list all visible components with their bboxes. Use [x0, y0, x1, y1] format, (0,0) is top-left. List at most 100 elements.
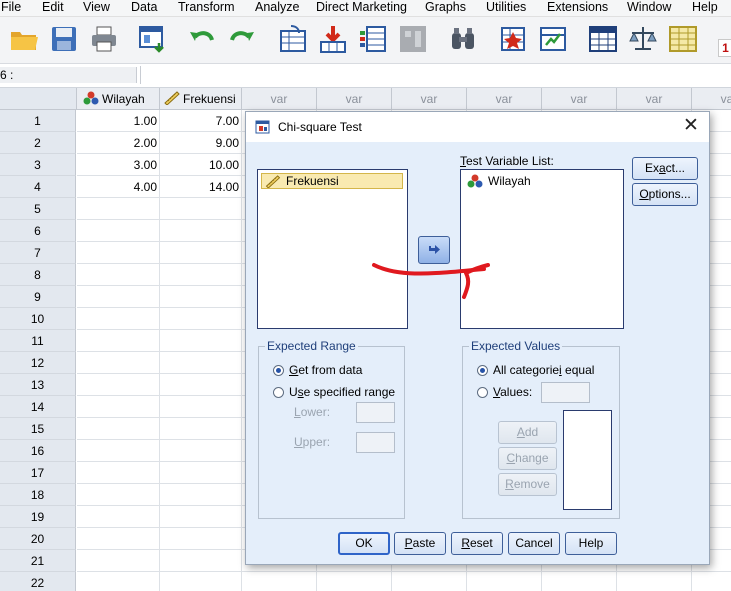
grid-cell[interactable]	[77, 528, 160, 550]
grid-cell[interactable]	[160, 264, 242, 286]
add-button[interactable]: Add	[498, 421, 557, 444]
list-item[interactable]: Frekuensi	[261, 173, 403, 189]
column-header-wilayah[interactable]: Wilayah	[77, 88, 160, 110]
run-descriptives-icon[interactable]	[397, 23, 429, 55]
menu-direct-marketing[interactable]: Direct Marketing	[316, 0, 407, 16]
grid-cell[interactable]	[77, 286, 160, 308]
menu-analyze[interactable]: Analyze	[255, 0, 299, 16]
row-header[interactable]: 8	[0, 264, 76, 286]
row-header[interactable]: 16	[0, 440, 76, 462]
grid-cell[interactable]	[77, 506, 160, 528]
lower-input[interactable]	[356, 402, 395, 423]
row-header[interactable]: 7	[0, 242, 76, 264]
redo-icon[interactable]	[226, 23, 258, 55]
grid-cell[interactable]	[160, 198, 242, 220]
menu-utilities[interactable]: Utilities	[486, 0, 526, 16]
paste-button[interactable]: Paste	[394, 532, 446, 555]
row-header[interactable]: 19	[0, 506, 76, 528]
row-header[interactable]: 20	[0, 528, 76, 550]
grid-cell[interactable]	[160, 506, 242, 528]
column-header-frekuensi[interactable]: Frekuensi	[160, 88, 242, 110]
grid-cell[interactable]	[160, 242, 242, 264]
row-header[interactable]: 4	[0, 176, 76, 198]
grid-cell[interactable]	[77, 352, 160, 374]
grid-cell[interactable]	[160, 418, 242, 440]
grid-cell[interactable]	[77, 440, 160, 462]
change-button[interactable]: Change	[498, 447, 557, 470]
row-header[interactable]: 5	[0, 198, 76, 220]
menu-window[interactable]: Window	[627, 0, 671, 16]
values-input[interactable]	[541, 382, 590, 403]
expected-values-list[interactable]	[563, 410, 612, 510]
grid-cell[interactable]	[160, 528, 242, 550]
grid-cell[interactable]	[77, 396, 160, 418]
grid-cell[interactable]	[77, 198, 160, 220]
column-header-var[interactable]: var	[317, 88, 392, 110]
remove-button[interactable]: Remove	[498, 473, 557, 496]
menu-view[interactable]: View	[83, 0, 110, 16]
row-header[interactable]: 6	[0, 220, 76, 242]
grid-cell[interactable]	[317, 572, 392, 591]
variables-icon[interactable]	[357, 23, 389, 55]
grid-cell[interactable]: 4.00	[77, 176, 160, 198]
column-header-var[interactable]: var	[392, 88, 467, 110]
row-header[interactable]: 2	[0, 132, 76, 154]
grid-cell[interactable]	[77, 550, 160, 572]
grid-cell[interactable]	[617, 572, 692, 591]
grid-cell[interactable]	[542, 572, 617, 591]
grid-cell[interactable]	[160, 462, 242, 484]
grid-cell[interactable]	[77, 220, 160, 242]
grid-cell[interactable]	[692, 572, 731, 591]
split-file-icon[interactable]	[587, 23, 619, 55]
weight-cases-icon[interactable]	[627, 23, 659, 55]
grid-cell[interactable]	[77, 374, 160, 396]
grid-cell[interactable]	[242, 572, 317, 591]
menu-data[interactable]: Data	[131, 0, 157, 16]
column-header-var[interactable]: var	[617, 88, 692, 110]
print-icon[interactable]	[88, 23, 120, 55]
grid-cell[interactable]	[160, 374, 242, 396]
column-header-var[interactable]: var	[242, 88, 317, 110]
menu-help[interactable]: Help	[692, 0, 718, 16]
row-header[interactable]: 15	[0, 418, 76, 440]
upper-input[interactable]	[356, 432, 395, 453]
grid-cell[interactable]	[77, 264, 160, 286]
grid-cell[interactable]	[392, 572, 467, 591]
grid-cell[interactable]	[77, 418, 160, 440]
ok-button[interactable]: OK	[338, 532, 390, 555]
row-header[interactable]: 22	[0, 572, 76, 591]
grid-cell[interactable]: 3.00	[77, 154, 160, 176]
cell-editor-input[interactable]	[140, 66, 731, 84]
menu-extensions[interactable]: Extensions	[547, 0, 608, 16]
grid-cell[interactable]	[160, 396, 242, 418]
exact-button[interactable]: Exact...	[632, 157, 698, 180]
grid-cell[interactable]	[160, 352, 242, 374]
grid-cell[interactable]	[77, 462, 160, 484]
menu-file[interactable]: File	[1, 0, 21, 16]
grid-cell[interactable]	[77, 242, 160, 264]
use-specified-range-radio[interactable]	[273, 387, 284, 398]
close-icon[interactable]: ✕	[679, 115, 703, 139]
row-header[interactable]: 3	[0, 154, 76, 176]
save-icon[interactable]	[48, 23, 80, 55]
grid-cell[interactable]: 2.00	[77, 132, 160, 154]
grid-cell[interactable]	[77, 308, 160, 330]
menu-graphs[interactable]: Graphs	[425, 0, 466, 16]
menu-transform[interactable]: Transform	[178, 0, 235, 16]
grid-cell[interactable]	[77, 484, 160, 506]
grid-cell[interactable]: 7.00	[160, 110, 242, 132]
grid-cell[interactable]: 10.00	[160, 154, 242, 176]
grid-cell[interactable]	[160, 286, 242, 308]
insert-cases-icon[interactable]	[497, 23, 529, 55]
row-header[interactable]: 1	[0, 110, 76, 132]
get-from-data-radio[interactable]	[273, 365, 284, 376]
open-folder-icon[interactable]	[8, 23, 40, 55]
grid-cell[interactable]	[77, 330, 160, 352]
column-header-var[interactable]: var	[692, 88, 731, 110]
row-header[interactable]: 10	[0, 308, 76, 330]
goto-case-icon[interactable]	[277, 23, 309, 55]
grid-cell[interactable]	[467, 572, 542, 591]
row-header[interactable]: 17	[0, 462, 76, 484]
grid-cell[interactable]	[160, 440, 242, 462]
grid-cell[interactable]	[160, 330, 242, 352]
